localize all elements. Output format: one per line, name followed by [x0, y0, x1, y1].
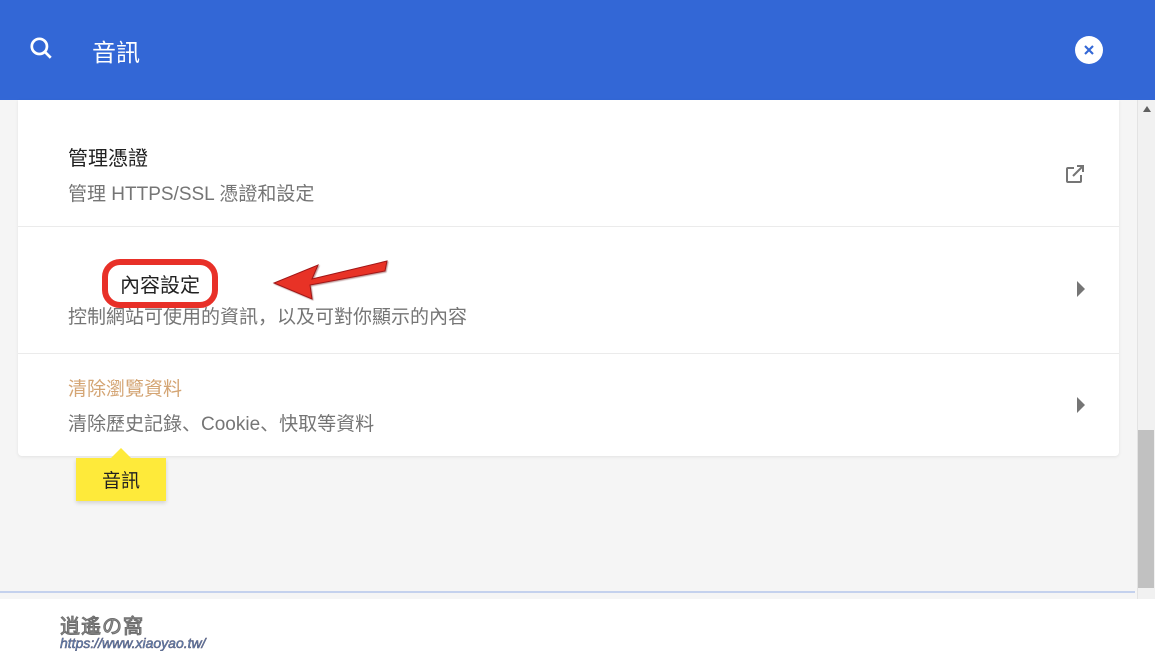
settings-card: 管理憑證 管理 HTTPS/SSL 憑證和設定 內容設定 — [18, 100, 1119, 456]
row-subtitle: 清除歷史記錄、Cookie、快取等資料 — [68, 409, 1055, 436]
scrollbar-thumb[interactable] — [1138, 430, 1154, 588]
highlight-annotation: 內容設定 — [102, 259, 218, 308]
scrollbar-arrow-up-icon[interactable] — [1138, 100, 1155, 118]
close-button[interactable] — [1075, 36, 1103, 64]
row-content-settings[interactable]: 內容設定 內容設定 控制網站可使用的資訊，以及可對你顯示的內容 — [18, 227, 1119, 354]
open-external-icon[interactable] — [1043, 162, 1087, 186]
watermark: 逍遙の窩 https://www.xiaoyao.tw/ — [60, 610, 206, 651]
search-input[interactable] — [92, 36, 1127, 64]
row-subtitle: 控制網站可使用的資訊，以及可對你顯示的內容 — [68, 302, 1055, 329]
row-manage-certificates[interactable]: 管理憑證 管理 HTTPS/SSL 憑證和設定 — [18, 100, 1119, 227]
bottom-divider — [0, 591, 1135, 593]
row-clear-browsing-data[interactable]: 清除瀏覽資料 清除歷史記錄、Cookie、快取等資料 — [18, 354, 1119, 456]
watermark-line2: https://www.xiaoyao.tw/ — [60, 635, 206, 651]
row-title: 管理憑證 — [68, 142, 148, 171]
tooltip: 音訊 — [76, 458, 166, 501]
content-area: 管理憑證 管理 HTTPS/SSL 憑證和設定 內容設定 — [0, 100, 1155, 599]
chevron-right-icon[interactable] — [1055, 280, 1087, 298]
scrollbar-track[interactable] — [1137, 100, 1155, 599]
search-icon — [28, 35, 54, 66]
chevron-right-icon[interactable] — [1055, 396, 1087, 414]
row-subtitle: 管理 HTTPS/SSL 憑證和設定 — [68, 179, 1043, 206]
arrow-annotation — [272, 251, 392, 301]
row-title: 內容設定 — [120, 275, 200, 297]
search-header — [0, 0, 1155, 100]
row-title: 清除瀏覽資料 — [68, 374, 182, 401]
